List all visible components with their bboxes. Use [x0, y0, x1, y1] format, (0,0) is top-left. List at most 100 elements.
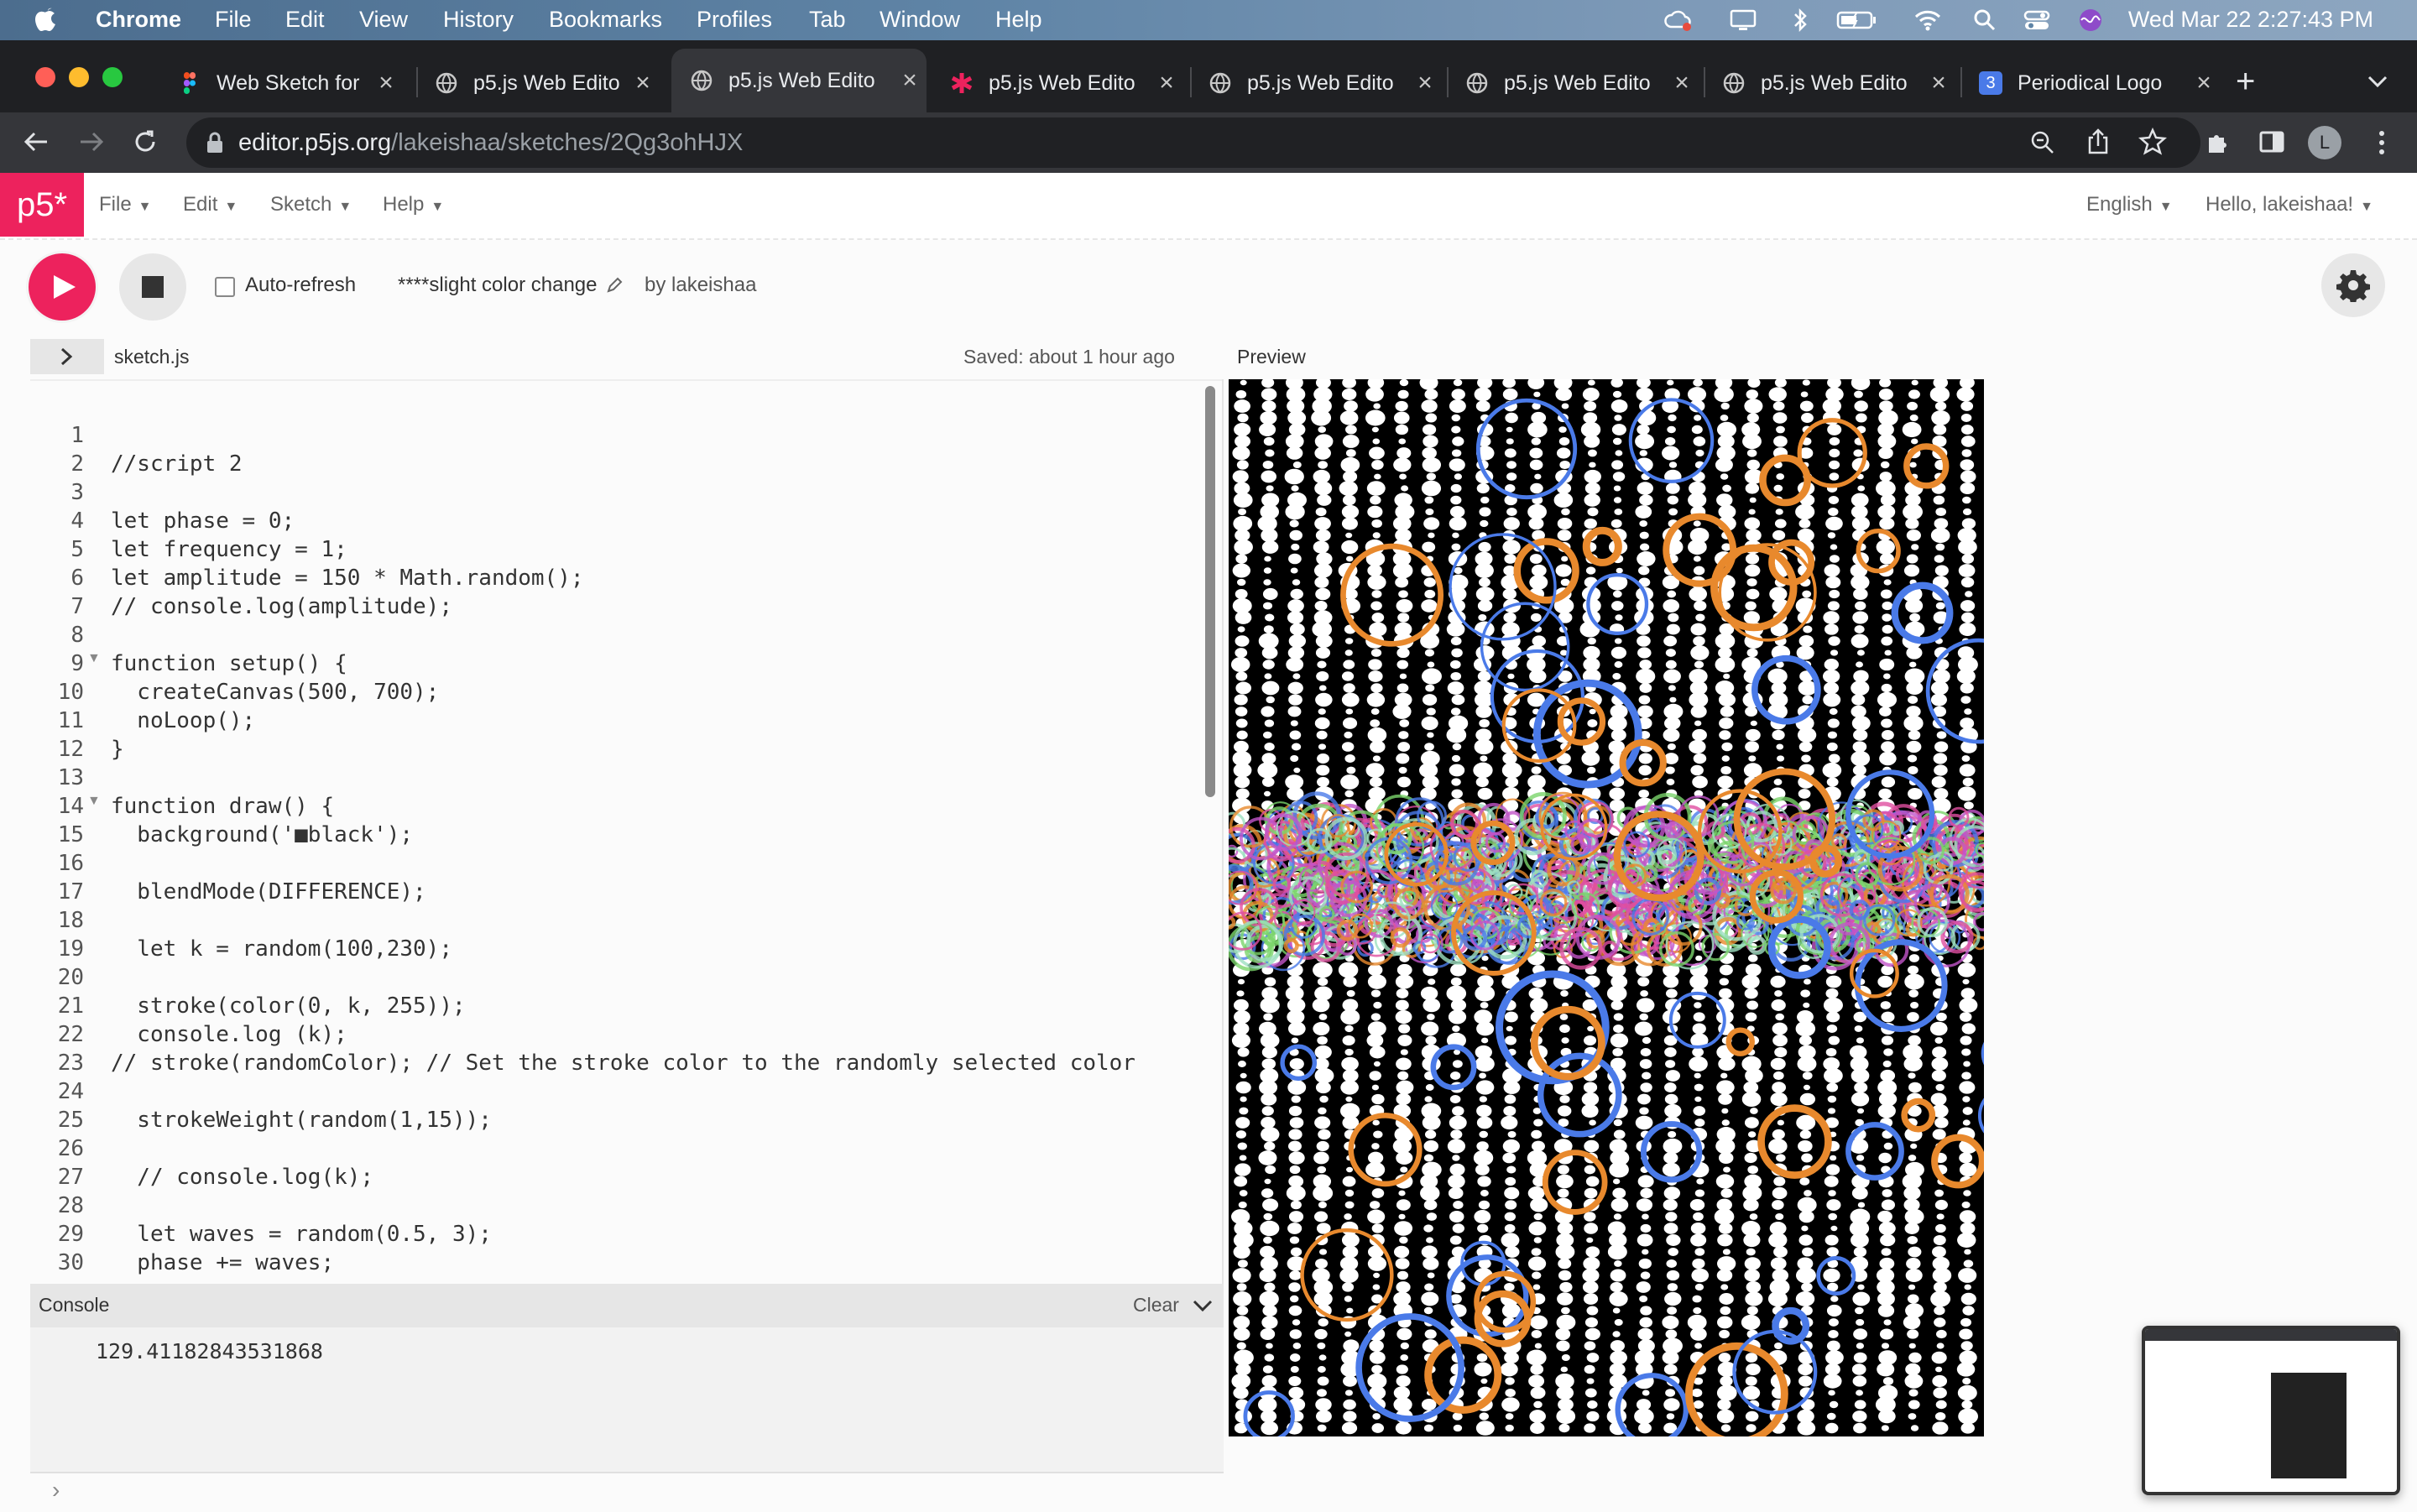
new-tab-button[interactable]: + — [2236, 65, 2255, 98]
editor-scrollbar[interactable] — [1205, 386, 1215, 797]
auto-refresh-checkbox[interactable] — [215, 277, 235, 297]
side-panel-icon[interactable] — [2258, 128, 2286, 156]
chevron-down-icon[interactable] — [1192, 1297, 1214, 1314]
share-icon[interactable] — [2085, 128, 2112, 156]
menu-app-name[interactable]: Chrome — [96, 7, 181, 33]
bookmark-star-icon[interactable] — [2138, 128, 2167, 156]
wifi-icon[interactable] — [1913, 7, 1942, 34]
code-line[interactable]: phase += waves; — [111, 1249, 334, 1277]
address-bar[interactable]: editor.p5js.org/lakeishaa/sketches/2Qg3o… — [186, 117, 2200, 168]
pencil-icon[interactable] — [606, 277, 623, 294]
file-tab-name[interactable]: sketch.js — [114, 346, 189, 368]
window-close-button[interactable] — [35, 67, 55, 87]
code-line[interactable]: // stroke(randomColor); // Set the strok… — [111, 1049, 1135, 1077]
browser-tab-active[interactable]: p5.js Web Edito × — [671, 49, 927, 112]
menu-window[interactable]: Window — [880, 7, 960, 33]
code-line[interactable]: let amplitude = 150 * Math.random(); — [111, 564, 584, 592]
close-icon[interactable]: × — [1665, 69, 1699, 97]
url-text[interactable]: editor.p5js.org/lakeishaa/sketches/2Qg3o… — [238, 129, 743, 157]
menu-history[interactable]: History — [443, 7, 514, 33]
code-line[interactable]: function draw() { — [111, 792, 334, 821]
sketch-name[interactable]: ****slight color change — [398, 274, 597, 297]
code-editor[interactable]: 1 2//script 2 3 4 let phase = 0; 5 let frequen… — [30, 379, 1224, 1285]
apple-logo-icon[interactable] — [34, 5, 60, 34]
code-line[interactable]: } — [111, 735, 124, 764]
close-icon[interactable]: × — [893, 66, 927, 95]
fold-arrow-icon[interactable]: ▼ — [87, 651, 101, 666]
code-line[interactable]: let frequency = 1; — [111, 535, 347, 564]
menu-edit[interactable]: Edit — [285, 7, 325, 33]
browser-tab[interactable]: p5.js Web Edito × — [1190, 54, 1442, 112]
stop-button[interactable] — [119, 253, 186, 321]
console-input[interactable]: › — [30, 1472, 1224, 1512]
profile-avatar[interactable]: L — [2308, 126, 2341, 159]
code-line[interactable]: let waves = random(0.5, 3); — [111, 1220, 492, 1249]
menu-tab[interactable]: Tab — [809, 7, 846, 33]
browser-tab[interactable]: p5.js Web Edito × — [416, 54, 660, 112]
menu-bookmarks[interactable]: Bookmarks — [549, 7, 662, 33]
nav-help-menu[interactable]: Help ▼ — [383, 193, 444, 216]
zoom-icon[interactable] — [2029, 129, 2056, 156]
lock-icon[interactable] — [205, 131, 225, 154]
window-zoom-button[interactable] — [102, 67, 123, 87]
user-menu[interactable]: Hello, lakeishaa! ▼ — [2206, 193, 2373, 216]
battery-icon[interactable] — [1836, 7, 1878, 34]
menu-clock[interactable]: Wed Mar 22 2:27:43 PM — [2128, 7, 2373, 33]
more-menu-icon[interactable] — [2373, 126, 2390, 159]
play-button[interactable] — [29, 253, 96, 321]
browser-tab[interactable]: p5.js Web Edito × — [1704, 54, 1955, 112]
code-line[interactable]: // console.log(k); — [111, 1163, 373, 1191]
search-icon[interactable] — [1971, 7, 1999, 34]
bluetooth-icon[interactable] — [1786, 7, 1814, 34]
language-menu[interactable]: English ▼ — [2086, 193, 2173, 216]
close-icon[interactable]: × — [1922, 69, 1955, 97]
reload-icon[interactable] — [131, 128, 159, 156]
code-line[interactable]: stroke(color(0, k, 255)); — [111, 992, 465, 1020]
code-line[interactable]: //script 2 — [111, 450, 243, 478]
control-center-icon[interactable] — [2023, 7, 2051, 34]
code-line[interactable]: let phase = 0; — [111, 507, 295, 535]
menu-view[interactable]: View — [359, 7, 408, 33]
code-line[interactable]: blendMode(DIFFERENCE); — [111, 878, 425, 906]
screenshot-thumbnail[interactable] — [2142, 1326, 2400, 1495]
p5-logo[interactable]: p5* — [0, 173, 84, 237]
code-line[interactable]: function setup() { — [111, 649, 347, 678]
sketch-preview-canvas[interactable] — [1229, 379, 1984, 1436]
close-icon[interactable]: × — [369, 69, 403, 97]
menu-profiles[interactable]: Profiles — [697, 7, 772, 33]
code-line[interactable]: noLoop(); — [111, 706, 255, 735]
extensions-icon[interactable] — [2204, 128, 2232, 156]
fold-arrow-icon[interactable]: ▼ — [87, 794, 101, 809]
menu-help[interactable]: Help — [995, 7, 1042, 33]
chevron-down-icon[interactable] — [2367, 74, 2388, 89]
sketch-author[interactable]: by lakeishaa — [645, 274, 756, 297]
forward-icon[interactable] — [77, 128, 106, 156]
close-icon[interactable]: × — [2187, 69, 2221, 97]
code-line[interactable]: strokeWeight(random(1,15)); — [111, 1106, 492, 1134]
display-icon[interactable] — [1729, 7, 1757, 34]
code-line[interactable]: console.log (k); — [111, 1020, 347, 1049]
creative-cloud-icon[interactable] — [1663, 7, 1692, 34]
back-icon[interactable] — [22, 128, 50, 156]
browser-tab[interactable]: p5.js Web Edito × — [1447, 54, 1699, 112]
nav-sketch-menu[interactable]: Sketch ▼ — [270, 193, 352, 216]
siri-icon[interactable] — [2076, 7, 2105, 34]
window-minimize-button[interactable] — [69, 67, 89, 87]
code-line[interactable]: background('■black'); — [111, 821, 413, 849]
browser-tab[interactable]: 3 Periodical Logo × — [1960, 54, 2221, 112]
close-icon[interactable]: × — [1408, 69, 1442, 97]
code-line[interactable]: let k = random(100,230); — [111, 935, 452, 963]
settings-button[interactable] — [2321, 253, 2385, 317]
console-clear-button[interactable]: Clear — [1133, 1294, 1179, 1316]
line-number: 12 — [57, 737, 84, 762]
browser-tab[interactable]: Web Sketch for × — [159, 54, 403, 112]
sidebar-toggle-button[interactable] — [30, 339, 104, 374]
close-icon[interactable]: × — [626, 69, 660, 97]
code-line[interactable]: // console.log(amplitude); — [111, 592, 452, 621]
nav-edit-menu[interactable]: Edit ▼ — [183, 193, 238, 216]
code-line[interactable]: createCanvas(500, 700); — [111, 678, 439, 706]
nav-file-menu[interactable]: File ▼ — [99, 193, 152, 216]
close-icon[interactable]: × — [1150, 69, 1183, 97]
menu-file[interactable]: File — [215, 7, 252, 33]
browser-tab[interactable]: p5.js Web Edito × — [932, 54, 1183, 112]
